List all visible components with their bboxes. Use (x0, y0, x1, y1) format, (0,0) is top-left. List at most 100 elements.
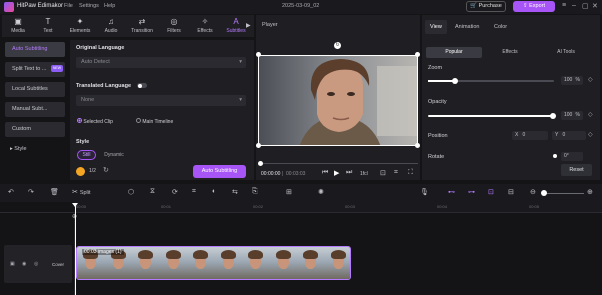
ai-tool-icon[interactable]: ✺ (318, 188, 324, 196)
undo-icon[interactable]: ↶ (8, 188, 14, 196)
subtab-ai-tools[interactable]: AI Tools (538, 47, 594, 58)
nav-label: Split Text to ... (12, 66, 47, 72)
detach-icon[interactable]: ⎘ (252, 188, 258, 196)
magnet-icon[interactable]: ⊷ (448, 188, 455, 196)
resize-handle[interactable] (415, 143, 420, 148)
subtab-effects[interactable]: Effects (482, 47, 538, 58)
nav-split-text[interactable]: Split Text to ... NEW (5, 62, 65, 77)
zoom-slider[interactable] (428, 80, 554, 82)
play-icon[interactable]: ▶ (334, 169, 339, 177)
keyframe-icon[interactable]: ◇ (588, 111, 593, 118)
translated-language-select[interactable]: None ▾ (76, 95, 246, 106)
zoom-in-icon[interactable]: ⊕ (587, 188, 593, 196)
tool-elements[interactable]: ✦ Elements (66, 16, 94, 36)
tool-audio[interactable]: ♫ Audio (97, 16, 125, 36)
menu-settings[interactable]: Settings (79, 3, 99, 9)
scope-selected-clip[interactable]: Selected Clip (77, 118, 113, 125)
screenshot-icon[interactable]: ⊡ (380, 169, 386, 177)
minimize-icon[interactable]: – (572, 2, 576, 9)
nav-custom[interactable]: Custom (5, 122, 65, 137)
auto-reframe-icon[interactable]: ⊞ (286, 188, 292, 196)
playhead-marker-icon[interactable] (72, 203, 78, 207)
purchase-button[interactable]: 🛒 Purchase (466, 1, 506, 12)
ruler-tick: 00:04 (437, 204, 448, 209)
tab-color[interactable]: Color (494, 24, 507, 30)
quality-select[interactable]: 1fcl (360, 171, 368, 177)
cart-icon: 🛒 (470, 3, 478, 9)
crop-clip-icon[interactable]: ⌗ (192, 188, 196, 196)
nav-manual-subtitles[interactable]: Manual Subt... (5, 102, 65, 117)
tool-filters[interactable]: ◎ Filters (160, 16, 188, 36)
position-y-input[interactable]: Y 0 (552, 131, 586, 140)
tab-animation[interactable]: Animation (455, 24, 479, 30)
split-button[interactable]: ✂ Split (72, 188, 91, 196)
track-mute-icon[interactable]: ◎ (34, 261, 38, 267)
position-x-input[interactable]: X 0 (512, 131, 548, 140)
refresh-icon[interactable]: ↻ (103, 166, 109, 174)
rotate-handle-icon[interactable]: ↻ (334, 42, 341, 49)
nav-local-subtitles[interactable]: Local Subtitles (5, 82, 65, 97)
translate-toggle[interactable] (137, 83, 147, 88)
tool-effects[interactable]: ✧ Effects (191, 16, 219, 36)
resize-handle[interactable] (415, 52, 420, 57)
tool-transition[interactable]: ⇄ Transition (128, 16, 156, 36)
video-preview[interactable] (258, 55, 418, 146)
speed-icon[interactable]: ⟳ (172, 188, 178, 196)
opacity-input[interactable]: 100% (561, 111, 583, 120)
tool-text[interactable]: T Text (34, 16, 62, 36)
subtab-popular[interactable]: Popular (426, 47, 482, 58)
resize-handle[interactable] (256, 52, 261, 57)
timeline-zoom-slider[interactable] (542, 193, 584, 194)
nav-style[interactable]: ▸ Style (5, 142, 65, 157)
crop-icon[interactable]: ⌗ (394, 169, 398, 177)
scrubber-knob[interactable] (258, 161, 263, 166)
next-frame-icon[interactable]: ⏭ (346, 169, 352, 177)
preview-icon[interactable]: ⊡ (488, 188, 494, 196)
link-icon[interactable]: ⊶ (468, 188, 475, 196)
fullscreen-icon[interactable]: ⛶ (408, 169, 413, 177)
freeze-icon[interactable]: ⧖ (150, 188, 155, 196)
menu-file[interactable]: File (64, 3, 73, 9)
zoom-knob[interactable] (452, 78, 458, 84)
reset-button[interactable]: Reset (561, 164, 592, 176)
track-lock-icon[interactable]: ▣ (10, 261, 15, 267)
zoom-input[interactable]: 100% (561, 76, 583, 85)
zoom-out-icon[interactable]: ⊖ (530, 188, 536, 196)
prev-frame-icon[interactable]: ⏮ (322, 169, 328, 177)
marker-icon[interactable]: ⬡ (128, 188, 134, 196)
fit-icon[interactable]: ⊟ (508, 188, 514, 196)
cover-button[interactable]: Cover (52, 262, 64, 267)
mask-icon[interactable]: ◐ (212, 188, 216, 195)
style-still-chip[interactable]: Still (77, 150, 96, 160)
close-icon[interactable]: ✕ (592, 2, 598, 10)
original-language-select[interactable]: Auto Detect ▾ (76, 57, 246, 68)
delete-icon[interactable]: 🗑 (50, 188, 59, 196)
track-visibility-icon[interactable]: ◉ (22, 261, 26, 267)
maximize-icon[interactable]: ▢ (582, 2, 589, 10)
auto-subtitling-button[interactable]: Auto Subtitling (193, 165, 246, 178)
player-scrubber[interactable] (260, 163, 418, 164)
reverse-icon[interactable]: ⇆ (232, 188, 238, 196)
opacity-knob[interactable] (550, 113, 556, 119)
rotate-input[interactable]: 0° (561, 152, 583, 161)
opacity-slider[interactable] (428, 115, 554, 117)
menu-icon[interactable]: ≡ (562, 2, 566, 9)
keyframe-icon[interactable]: ◇ (588, 76, 593, 83)
export-button[interactable]: ⇪ Export (513, 1, 555, 12)
chevron-right-icon[interactable]: ▶ (246, 22, 251, 29)
timeline-zoom-knob[interactable] (541, 190, 547, 196)
tool-media[interactable]: ▣ Media (4, 16, 32, 36)
microphone-icon[interactable]: 🎙 (420, 188, 429, 196)
rotate-dial[interactable] (553, 154, 557, 158)
nav-auto-subtitling[interactable]: Auto Subtitling (5, 42, 65, 57)
tab-view[interactable]: View (430, 24, 442, 30)
scope-main-timeline[interactable]: Main Timeline (136, 118, 173, 125)
playhead[interactable] (75, 203, 76, 295)
keyframe-icon[interactable]: ◇ (588, 131, 593, 138)
resize-handle[interactable] (256, 143, 261, 148)
redo-icon[interactable]: ↷ (28, 188, 34, 196)
timeline-ruler[interactable] (74, 202, 602, 212)
radio-unselected (136, 118, 141, 123)
menu-help[interactable]: Help (104, 3, 115, 9)
style-dynamic-chip[interactable]: Dynamic (99, 150, 129, 160)
